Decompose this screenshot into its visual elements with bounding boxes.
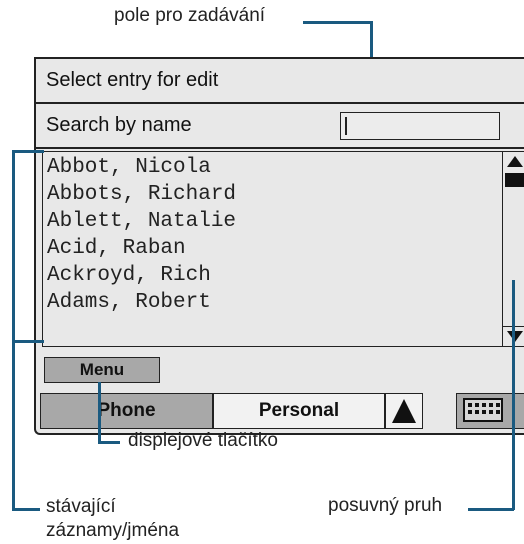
callout-input-field: pole pro zadávání [114,5,266,26]
scroll-thumb-icon[interactable] [505,173,524,187]
callout-line-entries-v [12,150,15,510]
device-screen: Select entry for edit Search by name Abb… [34,57,524,435]
scroll-down-arrow-icon[interactable] [507,331,523,342]
search-row: Search by name [36,104,524,149]
list-item[interactable]: Ackroyd, Rich [43,262,236,289]
tab-phone[interactable]: Phone [40,393,213,429]
list-item[interactable]: Acid, Raban [43,235,236,262]
title-bar: Select entry for edit [36,59,524,104]
menu-button[interactable]: Menu [44,357,160,383]
keyboard-icon [463,398,503,422]
list-item[interactable]: Ablett, Natalie [43,208,236,235]
callout-line-menu-h [98,441,120,444]
callout-display-button: displejové tlačítko [128,430,278,451]
search-label: Search by name [46,114,192,136]
text-cursor [345,117,347,135]
callout-line-entries-end [12,508,40,511]
callout-line-scroll-h [468,508,514,511]
scroll-up-arrow-icon[interactable] [507,156,523,167]
callout-line-menu-v [98,382,101,444]
list-item[interactable]: Adams, Robert [43,289,236,316]
tab-personal[interactable]: Personal [213,393,385,429]
page-up-button[interactable] [385,393,423,429]
callout-existing-entries: stávající záznamy/jména [46,496,180,541]
callout-line-input-h [303,21,373,24]
list-item[interactable]: Abbots, Richard [43,181,236,208]
search-input[interactable] [340,112,500,140]
callout-line-entries-top [12,150,44,153]
callout-line-scroll-v [512,280,515,510]
list-item[interactable]: Abbot, Nicola [43,154,236,181]
callout-scrollbar: posuvný pruh [328,495,443,516]
screen-title: Select entry for edit [46,69,219,91]
page-up-arrow-icon [392,399,416,423]
entry-list[interactable]: Abbot, Nicola Abbots, Richard Ablett, Na… [42,151,502,347]
callout-line-entries-bottom [12,340,44,343]
